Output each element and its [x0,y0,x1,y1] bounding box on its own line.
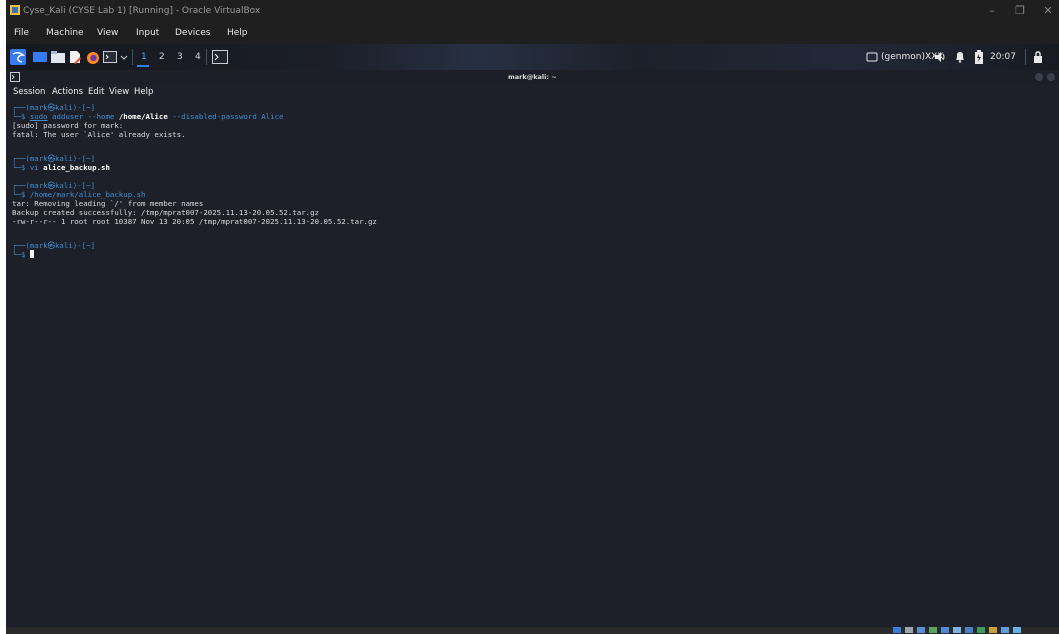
workspace-1[interactable]: 1 [141,50,147,64]
menu-input[interactable]: Input [136,27,159,39]
panel-separator [206,49,207,65]
text-editor-icon[interactable] [68,49,82,65]
workspace-3[interactable]: 3 [177,50,183,64]
usb-status-icon[interactable] [941,627,949,633]
network-status-icon[interactable] [929,627,937,633]
command-line: └─$ /home/mark/alice_backup.sh [12,190,146,199]
term-menu-view[interactable]: View [109,87,129,98]
term-menu-session[interactable]: Session [13,87,45,98]
host-key-status-icon[interactable] [1013,627,1021,633]
menu-machine[interactable]: Machine [46,27,84,39]
output-line: [sudo] password for mark: [12,121,124,130]
command-line: └─$ sudo adduser --home /home/Alice --di… [12,112,284,121]
window-titlebar: Cyse_Kali (CYSE Lab 1) [Running] - Oracl… [6,0,1059,22]
file-manager-icon[interactable] [51,49,65,65]
close-button[interactable]: ✕ [1039,3,1057,19]
firefox-icon[interactable] [86,49,100,65]
term-menu-edit[interactable]: Edit [88,87,104,98]
output-line: fatal: The user `Alice' already exists. [12,130,186,139]
window-title: Cyse_Kali (CYSE Lab 1) [Running] - Oracl… [23,6,261,16]
panel-separator [132,49,133,65]
prompt-line: ┌──(mark㉿kali)-[~] [12,181,96,190]
lock-icon[interactable] [1033,49,1043,65]
command-line: └─$ vi alice_backup.sh [12,163,110,172]
text-cursor [29,250,34,258]
recording-status-icon[interactable] [977,627,985,633]
display-status-icon[interactable] [965,627,973,633]
clock[interactable]: 20:07 [990,50,1016,64]
terminal-close-button[interactable] [1047,73,1055,81]
prompt-line: ┌──(mark㉿kali)-[~] [12,154,96,163]
panel-separator [1025,49,1026,65]
terminal-title: mark@kali: ~ [508,73,557,81]
menu-file[interactable]: File [14,27,29,39]
terminal-titlebar: mark@kali: ~ [6,70,1059,84]
genmon-icon [866,52,878,62]
mouse-integration-status-icon[interactable] [1001,627,1009,633]
cpu-status-icon[interactable] [989,627,997,633]
vm-status-bar [6,627,1059,634]
workspace-4[interactable]: 4 [195,50,201,64]
workspace-active-indicator [137,65,149,67]
output-line: tar: Removing leading `/' from member na… [12,199,204,208]
prompt-line: ┌──(mark㉿kali)-[~] [12,103,96,112]
show-desktop-icon[interactable] [33,49,47,65]
shared-folders-status-icon[interactable] [953,627,961,633]
term-menu-actions[interactable]: Actions [52,87,83,98]
menu-help[interactable]: Help [227,27,248,39]
menu-view[interactable]: View [97,27,118,39]
vm-menubar: File Machine View Input Devices Help [6,22,1059,44]
minimize-button[interactable]: – [983,3,1001,19]
battery-icon[interactable] [974,49,984,65]
prompt-line: ┌──(mark㉿kali)-[~] [12,241,96,250]
chevron-down-icon[interactable] [120,49,128,65]
terminal-menubar: Session Actions Edit View Help [6,84,1059,100]
virtualbox-icon [10,5,20,15]
command-line: └─$ [12,250,34,259]
virtualbox-window: Cyse_Kali (CYSE Lab 1) [Running] - Oracl… [6,0,1059,634]
terminal-launcher-icon[interactable] [103,49,117,65]
menu-devices[interactable]: Devices [175,27,210,39]
notification-bell-icon[interactable] [954,49,966,65]
output-line: Backup created successfully: /tmp/mprat0… [12,208,320,217]
terminal-window-button-icon[interactable] [212,49,228,65]
terminal-app-icon [10,72,20,82]
kali-menu-icon[interactable] [10,49,26,65]
audio-status-icon[interactable] [917,627,925,633]
terminal-minimize-button[interactable] [1035,73,1043,81]
hard-disk-status-icon[interactable] [893,627,901,633]
xfce-top-panel: 1 2 3 4 (genmon)XXX 20:07 [6,44,1059,70]
term-menu-help[interactable]: Help [134,87,153,98]
restore-button[interactable]: ❐ [1011,3,1029,19]
volume-icon[interactable] [933,49,947,65]
optical-drive-status-icon[interactable] [905,627,913,633]
output-line: -rw-r--r-- 1 root root 10387 Nov 13 20:0… [12,217,377,226]
workspace-2[interactable]: 2 [159,50,165,64]
